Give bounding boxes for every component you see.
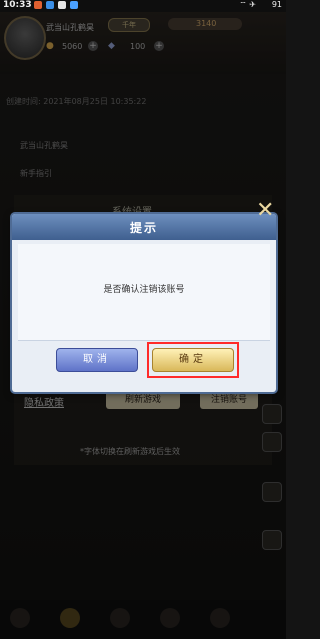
cancel-button[interactable]: 取消 bbox=[56, 348, 138, 372]
close-icon[interactable]: ✕ bbox=[256, 198, 274, 223]
app-notification-icon bbox=[70, 1, 78, 9]
status-bar: 10:33 ⌔ ✈ 91 bbox=[0, 0, 286, 12]
wifi-icon: ⌔ ✈ bbox=[239, 0, 256, 9]
status-time: 10:33 bbox=[3, 0, 32, 10]
app-notification-icon bbox=[58, 1, 66, 9]
highlight-box bbox=[147, 342, 239, 378]
app-notification-icon bbox=[34, 1, 42, 9]
app-notification-icon bbox=[46, 1, 54, 9]
battery-level: 91 bbox=[271, 0, 282, 9]
dialog-title: 提示 bbox=[129, 221, 158, 235]
dialog-body: 是否确认注销该账号 bbox=[18, 244, 270, 341]
dialog-message: 是否确认注销该账号 bbox=[103, 285, 185, 295]
